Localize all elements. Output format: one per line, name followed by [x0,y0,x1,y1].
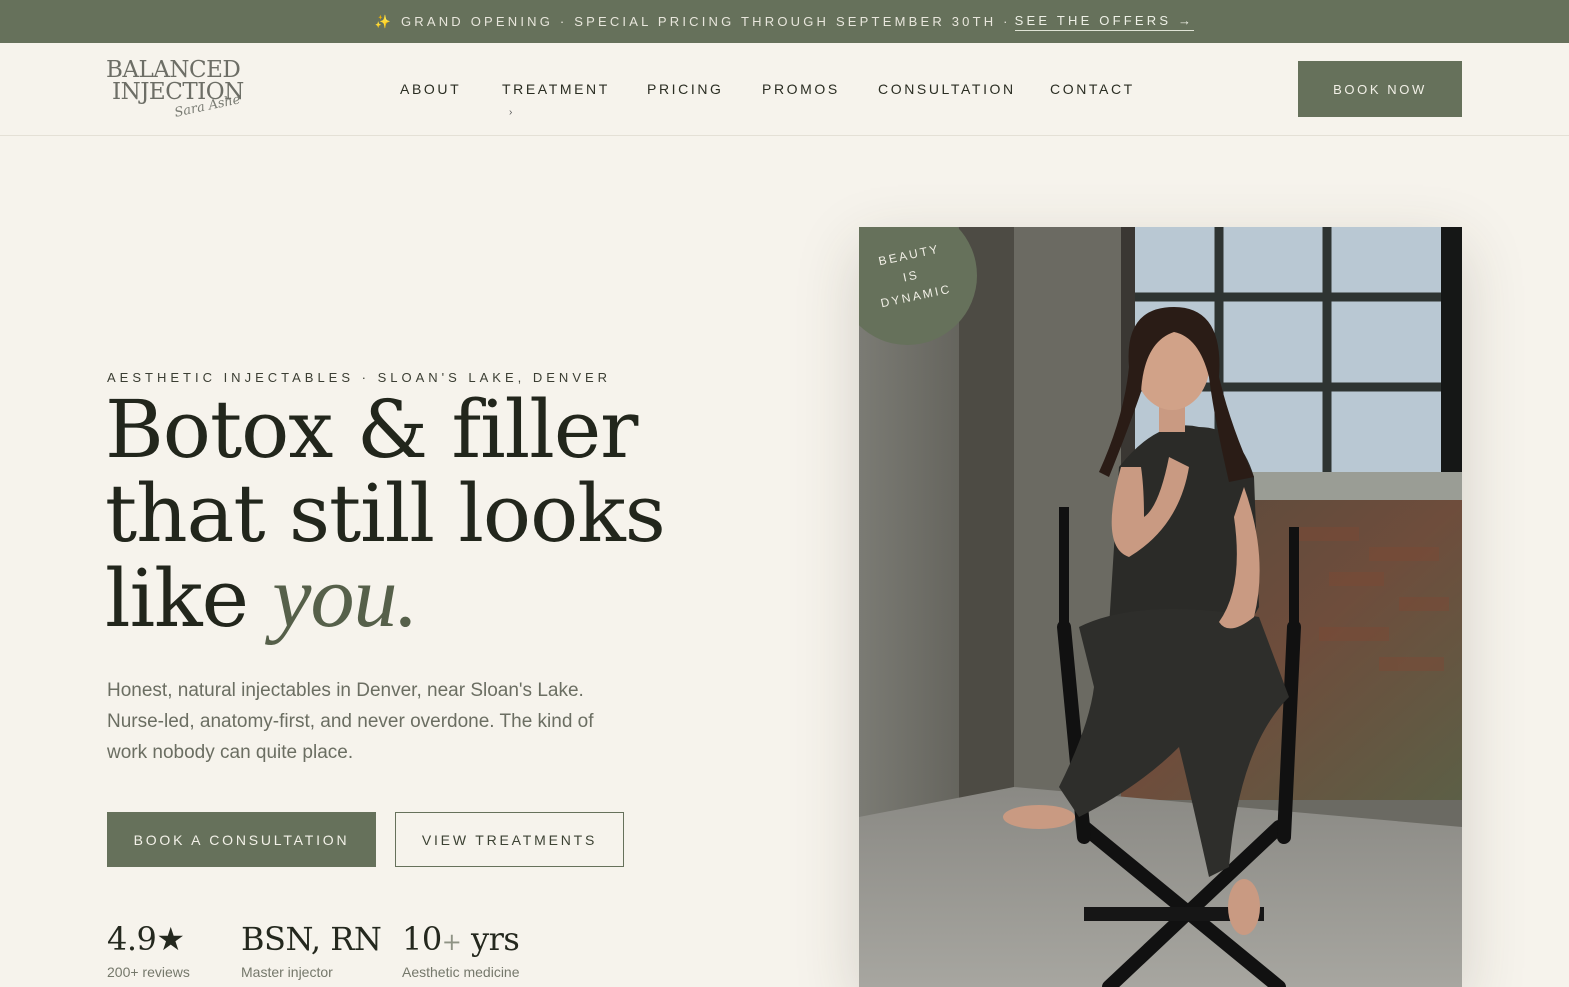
book-now-button[interactable]: BOOK NOW [1298,61,1462,117]
site-header: BALANCED INJECTION Sara Ashe ABOUT TREAT… [0,43,1569,136]
stat-plus: + [441,928,462,956]
headline-italic-you: you. [272,549,418,646]
nav-treatment[interactable]: TREATMENT [502,81,610,97]
stat-label: Master injector [241,964,333,980]
announcement-text: GRAND OPENING · SPECIAL PRICING THROUGH … [400,14,1011,29]
view-treatments-button[interactable]: VIEW TREATMENTS [395,812,624,867]
see-offers-link[interactable]: SEE THE OFFERS → [1014,13,1195,31]
stat-unit: yrs [461,920,520,958]
announcement-bar: ✨ GRAND OPENING · SPECIAL PRICING THROUG… [0,0,1569,43]
stat-label: Aesthetic medicine [402,964,520,980]
stat-value: 4.9★ [107,920,185,958]
hero-headline: Botox & filler that still looks like you… [105,388,666,642]
nav-about[interactable]: ABOUT [400,81,461,97]
book-consultation-button[interactable]: BOOK A CONSULTATION [107,812,376,867]
headline-line-1: Botox & filler [105,383,638,476]
stat-rating: 4.9★ 200+ reviews [107,920,190,980]
badge-line-2: IS [901,267,921,285]
stat-number: 10 [402,920,442,958]
nav-promos[interactable]: PROMOS [762,81,840,97]
badge-line-1: BEAUTY [877,241,942,269]
hero-photo: BEAUTY IS DYNAMIC [859,227,1462,987]
nav-contact[interactable]: CONTACT [1050,81,1135,97]
badge-line-3: DYNAMIC [879,281,953,311]
logo[interactable]: BALANCED INJECTION Sara Ashe [106,59,246,125]
stat-value: BSN, RN [241,920,382,958]
stat-credential: BSN, RN Master injector [241,920,382,980]
nav-pricing[interactable]: PRICING [647,81,724,97]
headline-line-3: like [105,552,273,645]
sparkle-icon: ✨ [374,13,391,29]
portrait-illustration [859,227,1462,987]
stat-label: 200+ reviews [107,964,190,980]
chevron-down-icon[interactable]: › [509,107,512,118]
stat-experience: 10+ yrs Aesthetic medicine [402,920,520,980]
headline-line-2: that still looks [105,467,666,560]
logo-line-1: BALANCED [106,57,241,83]
hero-lede: Honest, natural injectables in Denver, n… [107,680,594,763]
stat-value: 10+ yrs [402,920,520,958]
nav-consultation[interactable]: CONSULTATION [878,81,1016,97]
